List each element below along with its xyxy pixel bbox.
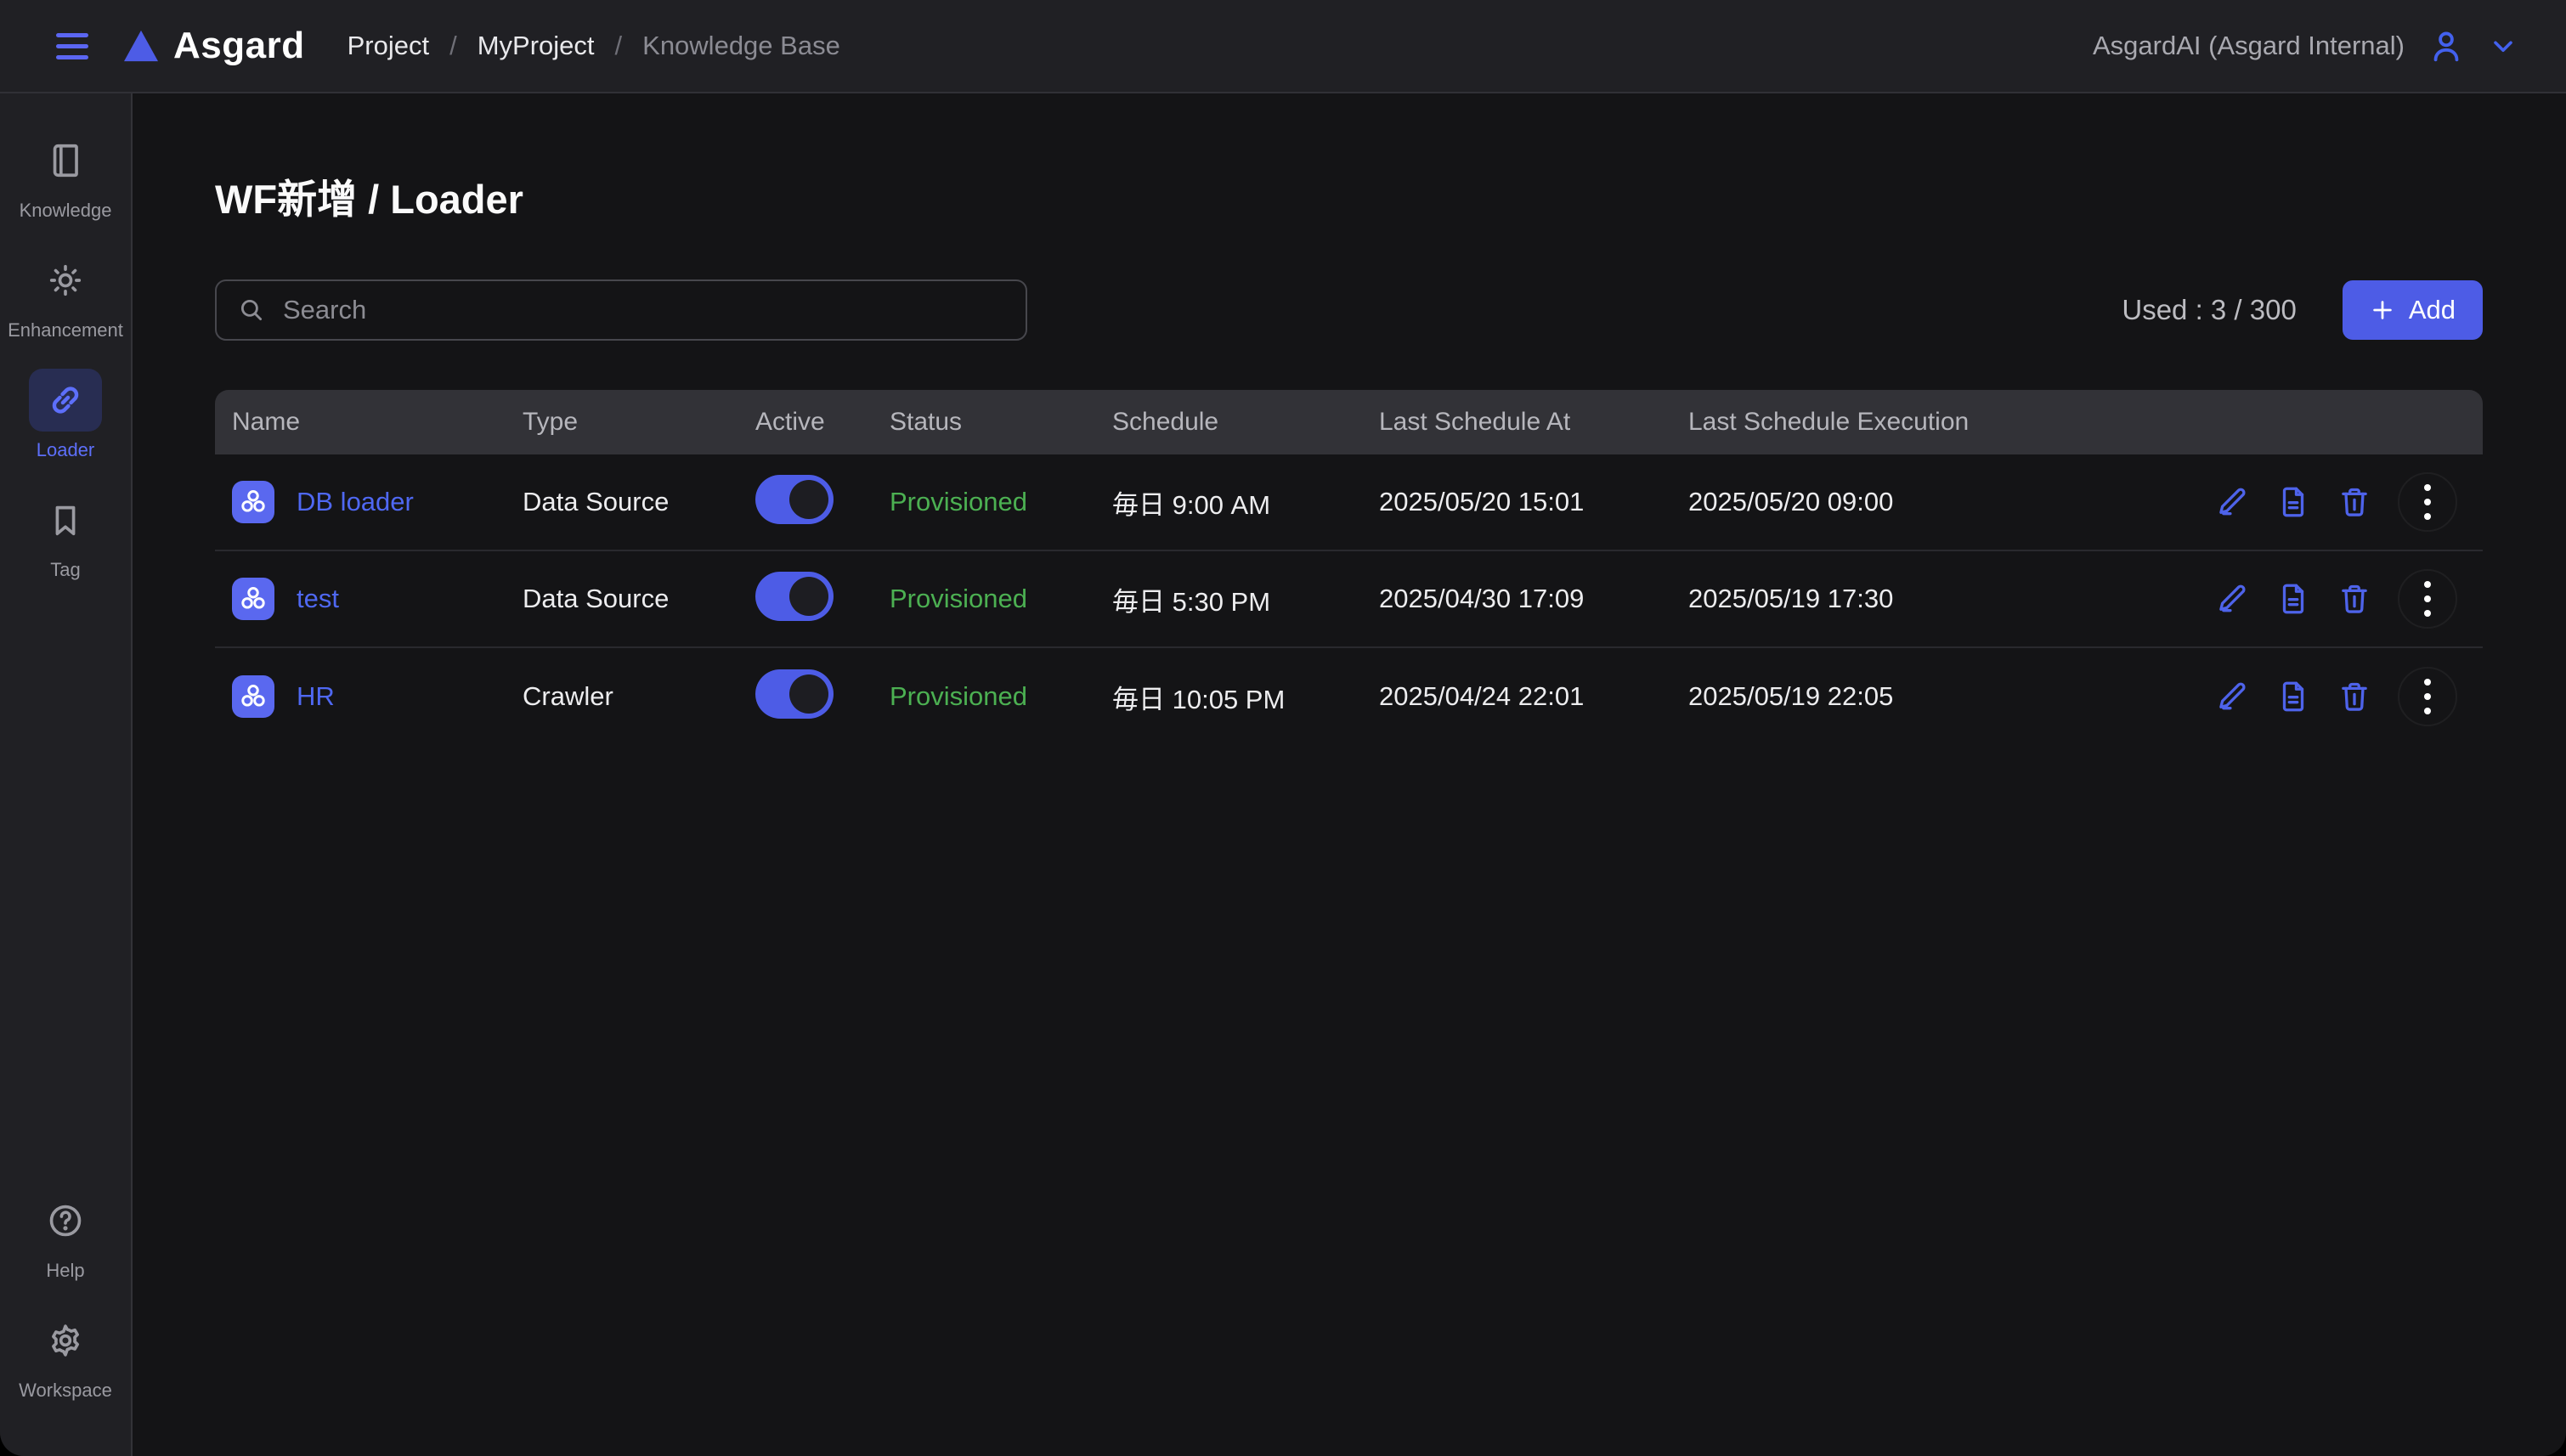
active-toggle[interactable] bbox=[755, 669, 834, 719]
sidebar-item-tag[interactable]: Tag bbox=[29, 488, 102, 581]
trash-icon[interactable] bbox=[2337, 581, 2372, 617]
document-icon[interactable] bbox=[2275, 484, 2311, 520]
usage-counter: Used : 3 / 300 bbox=[2122, 294, 2296, 326]
account-name: AsgardAI (Asgard Internal) bbox=[2093, 31, 2405, 61]
sidebar-item-help[interactable]: Help bbox=[29, 1189, 102, 1282]
sidebar-item-loader[interactable]: Loader bbox=[29, 369, 102, 461]
row-type: Data Source bbox=[523, 584, 755, 614]
hamburger-icon[interactable] bbox=[49, 22, 97, 70]
add-button-label: Add bbox=[2409, 295, 2456, 325]
person-icon bbox=[2427, 26, 2466, 65]
pencil-icon[interactable] bbox=[2214, 581, 2250, 617]
gear-icon bbox=[29, 1309, 102, 1372]
col-type: Type bbox=[523, 408, 755, 437]
breadcrumb-knowledge-base: Knowledge Base bbox=[642, 31, 840, 61]
active-toggle[interactable] bbox=[755, 572, 834, 621]
table-row: test Data Source Provisioned 毎日 5:30 PM … bbox=[215, 551, 2483, 648]
status-badge: Provisioned bbox=[890, 584, 1112, 614]
kebab-menu-icon[interactable] bbox=[2398, 569, 2457, 629]
row-last-schedule-at: 2025/04/30 17:09 bbox=[1379, 584, 1688, 614]
breadcrumb: Project / MyProject / Knowledge Base bbox=[348, 31, 840, 61]
add-button[interactable]: Add bbox=[2343, 280, 2483, 340]
bookmark-icon bbox=[29, 488, 102, 551]
sidebar: Knowledge Enhancement bbox=[0, 93, 133, 1456]
col-status: Status bbox=[890, 408, 1112, 437]
row-last-schedule-execution: 2025/05/19 17:30 bbox=[1688, 584, 2045, 614]
row-actions bbox=[2045, 569, 2483, 629]
table-header: Name Type Active Status Schedule Last Sc… bbox=[215, 390, 2483, 454]
col-active: Active bbox=[755, 408, 890, 437]
col-last-schedule-at: Last Schedule At bbox=[1379, 408, 1688, 437]
sidebar-label: Help bbox=[46, 1260, 84, 1282]
loader-table: Name Type Active Status Schedule Last Sc… bbox=[215, 390, 2483, 745]
row-actions bbox=[2045, 667, 2483, 726]
document-icon[interactable] bbox=[2275, 679, 2311, 714]
status-badge: Provisioned bbox=[890, 681, 1112, 712]
row-last-schedule-execution: 2025/05/19 22:05 bbox=[1688, 681, 2045, 712]
trash-icon[interactable] bbox=[2337, 484, 2372, 520]
sidebar-label: Knowledge bbox=[20, 200, 112, 222]
plus-icon bbox=[2370, 297, 2395, 323]
breadcrumb-separator: / bbox=[615, 31, 623, 61]
link-icon bbox=[29, 369, 102, 432]
row-actions bbox=[2045, 472, 2483, 532]
toolbar: Used : 3 / 300 Add bbox=[215, 279, 2483, 341]
col-last-schedule-execution: Last Schedule Execution bbox=[1688, 408, 2045, 437]
sidebar-item-workspace[interactable]: Workspace bbox=[19, 1309, 112, 1402]
chevron-down-icon bbox=[2488, 31, 2518, 61]
search-box bbox=[215, 279, 1027, 341]
kebab-menu-icon[interactable] bbox=[2398, 667, 2457, 726]
row-type: Crawler bbox=[523, 681, 755, 712]
kebab-menu-icon[interactable] bbox=[2398, 472, 2457, 532]
account-menu[interactable]: AsgardAI (Asgard Internal) bbox=[2093, 26, 2518, 65]
breadcrumb-project[interactable]: Project bbox=[348, 31, 429, 61]
sidebar-label: Loader bbox=[37, 439, 95, 461]
brand-name: Asgard bbox=[173, 25, 305, 67]
sidebar-item-knowledge[interactable]: Knowledge bbox=[20, 129, 112, 222]
row-schedule: 毎日 5:30 PM bbox=[1112, 580, 1379, 618]
main-content: WF新增 / Loader Used : 3 / 300 Add bbox=[133, 93, 2566, 1456]
trash-icon[interactable] bbox=[2337, 679, 2372, 714]
col-name: Name bbox=[232, 408, 523, 437]
app-window: Asgard Project / MyProject / Knowledge B… bbox=[0, 0, 2566, 1456]
row-name-cell: DB loader bbox=[232, 481, 523, 523]
table-row: HR Crawler Provisioned 毎日 10:05 PM 2025/… bbox=[215, 648, 2483, 745]
magnifier-icon bbox=[237, 296, 266, 324]
pencil-icon[interactable] bbox=[2214, 484, 2250, 520]
brand-logo[interactable]: Asgard bbox=[122, 25, 305, 67]
help-circle-icon bbox=[29, 1189, 102, 1252]
status-badge: Provisioned bbox=[890, 487, 1112, 517]
row-schedule: 毎日 10:05 PM bbox=[1112, 678, 1379, 716]
pencil-icon[interactable] bbox=[2214, 679, 2250, 714]
loader-name-link[interactable]: HR bbox=[297, 681, 335, 712]
row-schedule: 毎日 9:00 AM bbox=[1112, 483, 1379, 522]
breadcrumb-separator: / bbox=[449, 31, 457, 61]
sidebar-label: Tag bbox=[50, 559, 80, 581]
sidebar-label: Workspace bbox=[19, 1380, 112, 1402]
breadcrumb-myproject[interactable]: MyProject bbox=[478, 31, 595, 61]
page-title: WF新增 / Loader bbox=[215, 166, 2483, 225]
topbar: Asgard Project / MyProject / Knowledge B… bbox=[0, 0, 2566, 93]
book-icon bbox=[29, 129, 102, 192]
col-schedule: Schedule bbox=[1112, 408, 1379, 437]
table-row: DB loader Data Source Provisioned 毎日 9:0… bbox=[215, 454, 2483, 551]
document-icon[interactable] bbox=[2275, 581, 2311, 617]
row-name-cell: test bbox=[232, 578, 523, 620]
row-last-schedule-at: 2025/04/24 22:01 bbox=[1379, 681, 1688, 712]
active-toggle[interactable] bbox=[755, 475, 834, 524]
sun-icon bbox=[29, 249, 102, 312]
row-type: Data Source bbox=[523, 487, 755, 517]
row-last-schedule-at: 2025/05/20 15:01 bbox=[1379, 487, 1688, 517]
trefoil-knot-icon bbox=[232, 578, 274, 620]
trefoil-knot-icon bbox=[232, 675, 274, 718]
sidebar-label: Enhancement bbox=[8, 319, 123, 341]
trefoil-knot-icon bbox=[232, 481, 274, 523]
row-name-cell: HR bbox=[232, 675, 523, 718]
row-last-schedule-execution: 2025/05/20 09:00 bbox=[1688, 487, 2045, 517]
sidebar-item-enhancement[interactable]: Enhancement bbox=[8, 249, 123, 341]
search-input[interactable] bbox=[281, 294, 1005, 326]
triangle-logo-icon bbox=[122, 29, 160, 63]
loader-name-link[interactable]: test bbox=[297, 584, 339, 614]
loader-name-link[interactable]: DB loader bbox=[297, 487, 414, 517]
